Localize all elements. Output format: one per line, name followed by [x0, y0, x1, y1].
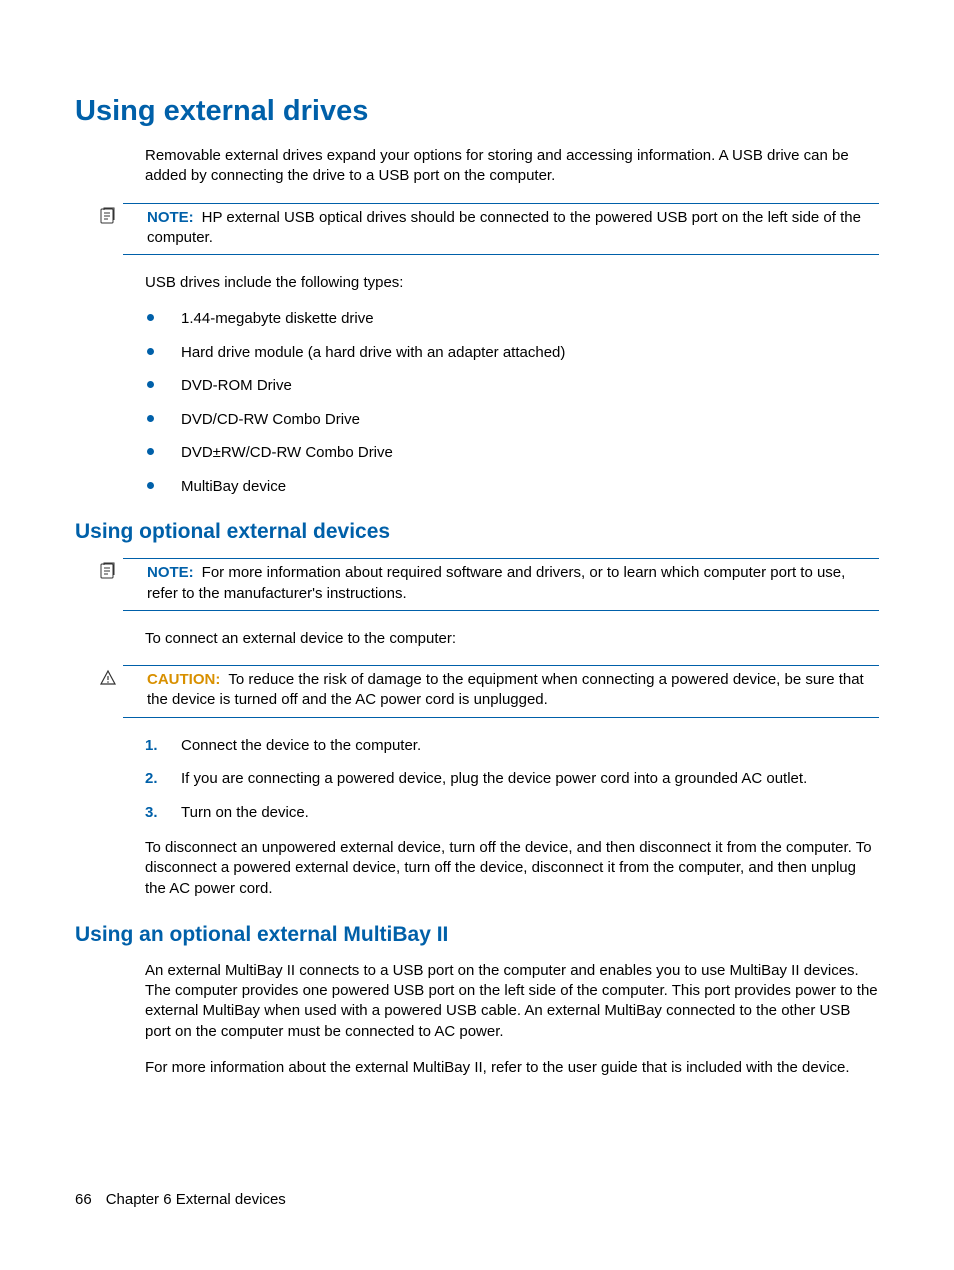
- multibay-paragraph-2: For more information about the external …: [145, 1058, 879, 1078]
- note-icon: [99, 562, 117, 580]
- page-footer: 66 Chapter 6 External devices: [75, 1191, 286, 1208]
- list-item: Hard drive module (a hard drive with an …: [145, 343, 879, 363]
- list-item: DVD/CD-RW Combo Drive: [145, 410, 879, 430]
- page-number: 66: [75, 1191, 92, 1208]
- note-text: HP external USB optical drives should be…: [147, 209, 861, 246]
- section-heading-multibay: Using an optional external MultiBay II: [75, 923, 879, 947]
- intro-paragraph: Removable external drives expand your op…: [145, 146, 879, 187]
- caution-label: CAUTION:: [147, 671, 220, 688]
- caution-icon: [99, 669, 117, 687]
- step-item: Connect the device to the computer.: [145, 736, 879, 756]
- usb-types-list: 1.44-megabyte diskette drive Hard drive …: [145, 309, 879, 496]
- list-item: 1.44-megabyte diskette drive: [145, 309, 879, 329]
- note-callout-2: NOTE:For more information about required…: [123, 558, 879, 611]
- page-heading: Using external drives: [75, 95, 879, 128]
- disconnect-paragraph: To disconnect an unpowered external devi…: [145, 838, 879, 899]
- note-text: For more information about required soft…: [147, 564, 845, 601]
- step-item: Turn on the device.: [145, 803, 879, 823]
- multibay-paragraph-1: An external MultiBay II connects to a US…: [145, 961, 879, 1042]
- list-item: MultiBay device: [145, 477, 879, 497]
- note-label: NOTE:: [147, 209, 194, 226]
- usb-types-intro: USB drives include the following types:: [145, 273, 879, 293]
- caution-callout: CAUTION:To reduce the risk of damage to …: [123, 665, 879, 718]
- list-item: DVD-ROM Drive: [145, 376, 879, 396]
- steps-list: Connect the device to the computer. If y…: [145, 736, 879, 823]
- section-heading-optional-devices: Using optional external devices: [75, 520, 879, 544]
- caution-text: To reduce the risk of damage to the equi…: [147, 671, 864, 708]
- note-icon: [99, 207, 117, 225]
- connect-intro: To connect an external device to the com…: [145, 629, 879, 649]
- step-item: If you are connecting a powered device, …: [145, 769, 879, 789]
- note-label: NOTE:: [147, 564, 194, 581]
- chapter-label: Chapter 6 External devices: [106, 1191, 286, 1208]
- list-item: DVD±RW/CD-RW Combo Drive: [145, 443, 879, 463]
- note-callout-1: NOTE:HP external USB optical drives shou…: [123, 203, 879, 256]
